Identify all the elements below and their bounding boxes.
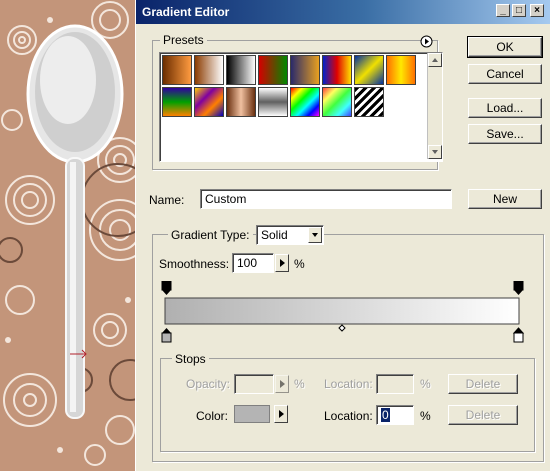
preset-swatch-spectrum[interactable] (290, 87, 320, 117)
stops-label: Stops (172, 352, 209, 366)
title-bar[interactable]: Gradient Editor _ □ × (136, 0, 550, 24)
load-button[interactable]: Load... (468, 98, 542, 118)
color-label: Color: (196, 409, 229, 423)
opacity-label: Opacity: (186, 377, 231, 391)
smoothness-unit: % (294, 257, 305, 271)
gradient-preview-bar[interactable] (164, 297, 520, 325)
minimize-button[interactable]: _ (496, 4, 510, 17)
close-button[interactable]: × (530, 4, 544, 17)
gradient-editor-dialog: Gradient Editor _ □ × Presets OK Cancel … (135, 0, 550, 471)
new-button[interactable]: New (468, 189, 542, 209)
preset-swatch-black-white[interactable] (226, 55, 256, 85)
scroll-up-button[interactable] (428, 53, 442, 67)
color-delete-button: Delete (448, 405, 518, 425)
window-title: Gradient Editor (142, 5, 230, 19)
color-location-input[interactable]: 0 (376, 405, 414, 425)
circles-pattern-image (0, 0, 140, 471)
preset-swatch-violet-orange[interactable] (290, 55, 320, 85)
opacity-location-input (376, 374, 414, 394)
opacity-location-unit: % (420, 377, 431, 391)
preset-swatch-blue-yellow-blue[interactable] (354, 55, 384, 85)
opacity-stop-right[interactable] (513, 281, 524, 295)
color-location-label: Location: (324, 409, 373, 423)
smoothness-input[interactable]: 100 (232, 253, 274, 273)
cancel-button[interactable]: Cancel (468, 64, 542, 84)
color-location-value: 0 (381, 408, 390, 422)
scroll-down-arrow-icon (432, 150, 438, 154)
color-arrow-button[interactable] (274, 405, 288, 423)
opacity-unit: % (294, 377, 305, 391)
chevron-down-icon (312, 233, 318, 237)
midpoint-diamond-icon[interactable] (338, 324, 346, 332)
scroll-up-arrow-icon (432, 58, 438, 62)
opacity-arrow-button (275, 375, 289, 393)
color-stop-swatch[interactable] (234, 405, 270, 423)
gradient-type-value: Solid (261, 228, 288, 242)
gradient-type-dropdown-button[interactable] (308, 227, 322, 243)
save-button[interactable]: Save... (468, 124, 542, 144)
preset-swatch-foreground-to-background[interactable] (162, 55, 192, 85)
ok-button[interactable]: OK (467, 36, 543, 58)
color-stop-right[interactable] (512, 327, 525, 343)
preset-swatch-yellow-violet-orange-blue[interactable] (194, 87, 224, 117)
presets-label: Presets (160, 33, 207, 47)
preset-swatch-red-green[interactable] (258, 55, 288, 85)
name-input[interactable]: Custom (200, 189, 452, 209)
preset-swatch-chrome[interactable] (258, 87, 288, 117)
smoothness-label: Smoothness: (159, 257, 230, 271)
maximize-button[interactable]: □ (512, 4, 526, 17)
preset-swatch-transparent-stripes[interactable] (354, 87, 384, 117)
presets-list (159, 52, 443, 162)
preset-swatch-transparent-rainbow[interactable] (322, 87, 352, 117)
preset-swatch-violet-green-orange[interactable] (162, 87, 192, 117)
preset-swatch-foreground-to-transparent[interactable] (194, 55, 224, 85)
opacity-location-label: Location: (324, 377, 373, 391)
opacity-delete-button: Delete (448, 374, 518, 394)
opacity-stop-left[interactable] (161, 281, 172, 295)
scroll-down-button[interactable] (428, 145, 442, 159)
opacity-input (234, 374, 274, 394)
presets-menu-icon[interactable] (420, 35, 433, 48)
name-label: Name: (149, 193, 185, 207)
preset-swatch-orange-yellow-orange[interactable] (386, 55, 416, 85)
gradient-type-select[interactable]: Solid (256, 225, 324, 245)
preset-swatch-copper[interactable] (226, 87, 256, 117)
preset-swatch-blue-red-yellow[interactable] (322, 55, 352, 85)
presets-scrollbar[interactable] (427, 53, 442, 159)
color-stop-left[interactable] (161, 328, 172, 343)
smoothness-arrow-button[interactable] (275, 254, 289, 272)
gradient-type-label: Gradient Type: (168, 228, 253, 242)
gradient-bar-area (161, 281, 525, 343)
color-location-unit: % (420, 409, 431, 423)
canvas-background (0, 0, 140, 471)
